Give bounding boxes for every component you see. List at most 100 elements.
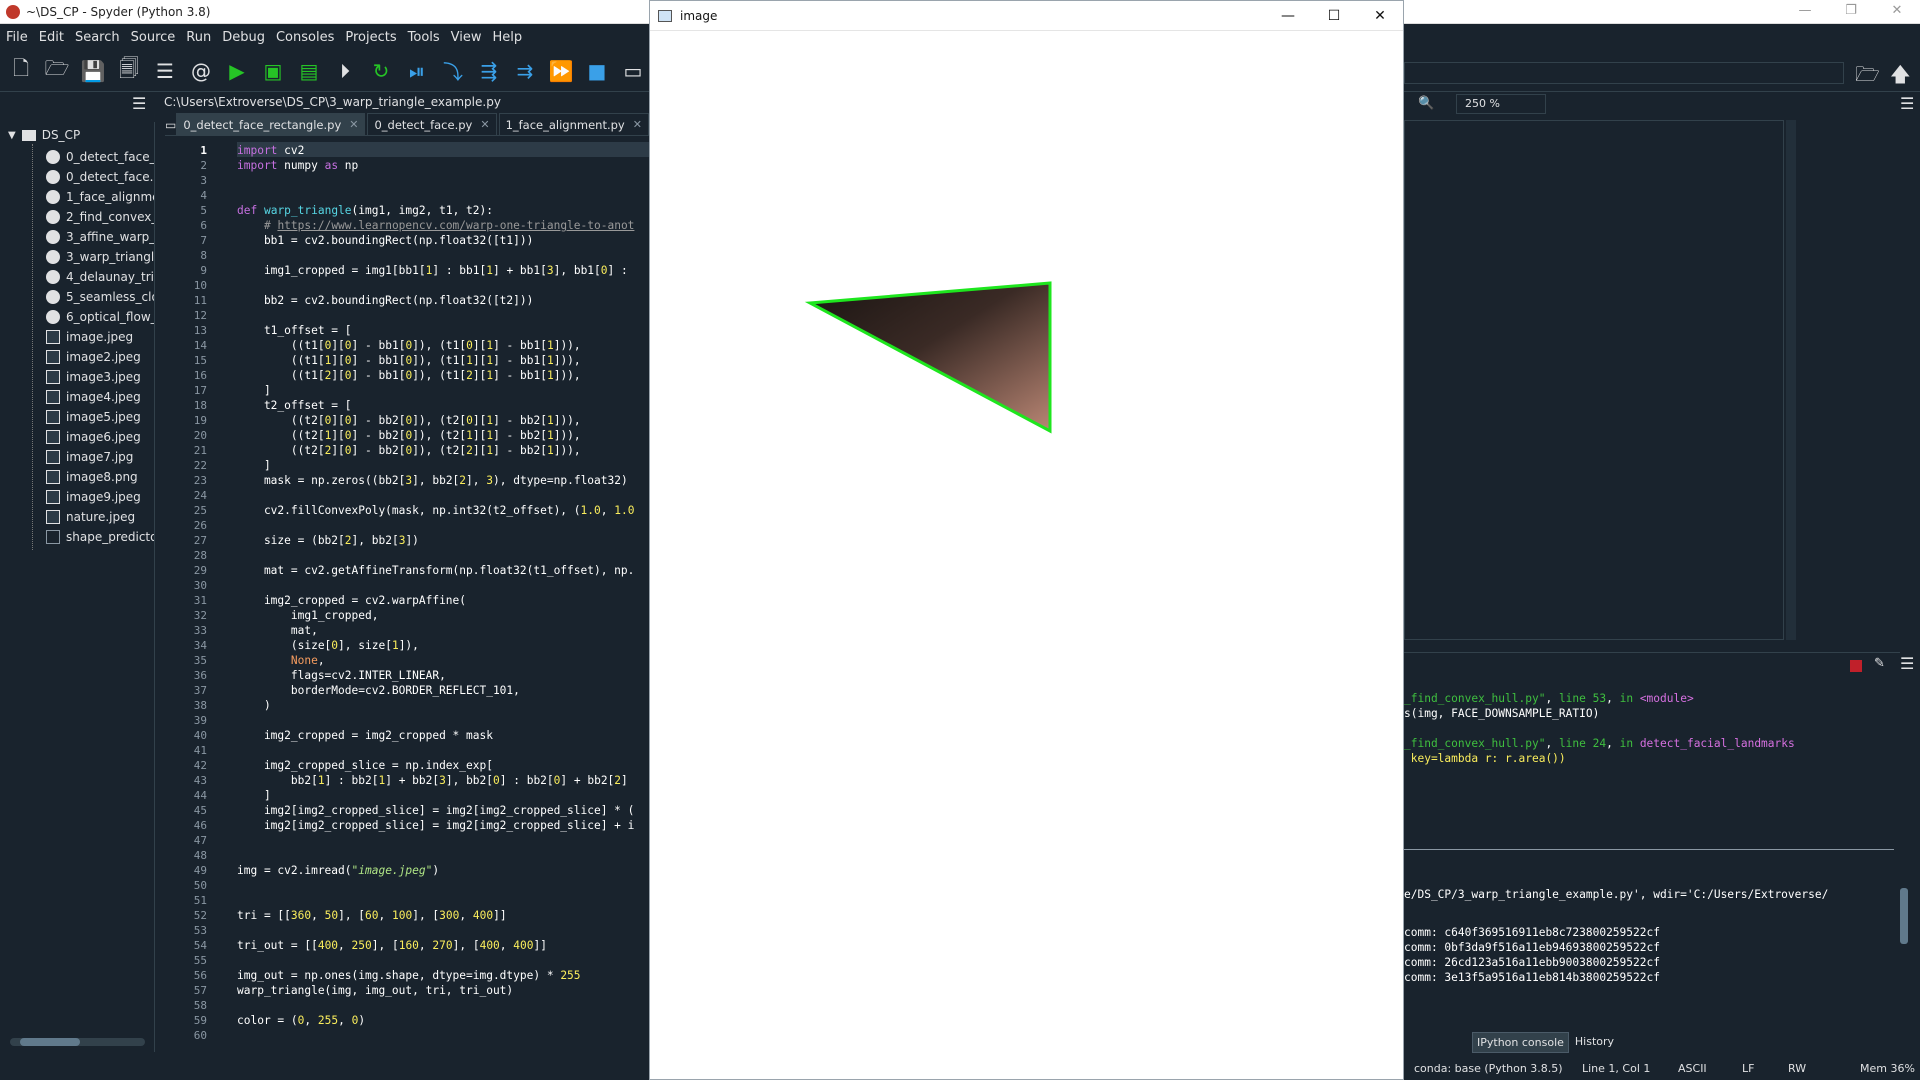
menu-debug[interactable]: Debug bbox=[222, 30, 265, 45]
file-item[interactable]: image4.jpeg bbox=[46, 390, 154, 404]
maximize-icon[interactable]: ❐ bbox=[1828, 0, 1874, 24]
file-item[interactable]: 5_seamless_clor bbox=[46, 290, 154, 304]
menu-run[interactable]: Run bbox=[186, 30, 211, 45]
outline-icon[interactable]: ☰ bbox=[150, 56, 180, 86]
run-icon[interactable]: ▶ bbox=[222, 56, 252, 86]
file-item[interactable]: image9.jpeg bbox=[46, 490, 154, 504]
editor-tabs: ▭ 0_detect_face_rectangle.py ✕ 0_detect_fa… bbox=[165, 112, 712, 136]
menu-file[interactable]: File bbox=[6, 30, 28, 45]
console-scrollbar[interactable] bbox=[1898, 688, 1910, 1018]
continue-icon[interactable]: ⏩ bbox=[546, 56, 576, 86]
editor-tab[interactable]: 0_detect_face.py ✕ bbox=[367, 113, 497, 135]
tab-close-icon[interactable]: ✕ bbox=[633, 118, 642, 131]
maximize-pane-icon[interactable]: ▭ bbox=[618, 56, 648, 86]
file-browse-icon[interactable]: ▭ bbox=[165, 115, 176, 135]
code-line: ((t1[1][0] - bb1[0]), (t1[1][1] - bb1[1]… bbox=[237, 354, 581, 367]
file-item[interactable]: image.jpeg bbox=[46, 330, 154, 344]
line-number: 52 bbox=[193, 909, 207, 922]
file-item[interactable]: 6_optical_flow_a bbox=[46, 310, 154, 324]
line-number: 29 bbox=[193, 564, 207, 577]
image-close-icon[interactable]: ✕ bbox=[1357, 1, 1403, 31]
save-icon[interactable]: 💾 bbox=[78, 56, 108, 86]
viewer-options-icon[interactable]: ☰ bbox=[1900, 94, 1914, 113]
file-item[interactable]: 2_find_convex_h bbox=[46, 210, 154, 224]
python-file-icon bbox=[46, 290, 60, 304]
file-item[interactable]: 1_face_alignme bbox=[46, 190, 154, 204]
zoom-field[interactable]: 250 % bbox=[1456, 94, 1546, 114]
viewer-scrollbar[interactable] bbox=[1786, 120, 1796, 640]
working-directory-field[interactable] bbox=[1404, 62, 1844, 84]
close-icon[interactable]: ✕ bbox=[1874, 0, 1920, 24]
stop-kernel-icon[interactable] bbox=[1850, 660, 1862, 672]
file-item[interactable]: image2.jpeg bbox=[46, 350, 154, 364]
menu-consoles[interactable]: Consoles bbox=[276, 30, 334, 45]
file-item[interactable]: shape_predictor bbox=[46, 530, 154, 544]
menu-projects[interactable]: Projects bbox=[345, 30, 396, 45]
file-item[interactable]: 4_delaunay_tria bbox=[46, 270, 154, 284]
menu-edit[interactable]: Edit bbox=[39, 30, 64, 45]
menu-help[interactable]: Help bbox=[493, 30, 523, 45]
parent-directory-icon[interactable]: 🡅 bbox=[1890, 60, 1911, 94]
rerun-icon[interactable]: ↻ bbox=[366, 56, 396, 86]
pane-options-icon[interactable]: ☰ bbox=[132, 94, 146, 113]
file-item[interactable]: 3_warp_triangle_ bbox=[46, 250, 154, 264]
code-line: img2_cropped_slice = np.index_exp[ bbox=[237, 759, 493, 772]
code-area[interactable]: import cv2 import numpy as np def warp_tri… bbox=[237, 142, 650, 1052]
debug-icon[interactable]: ⏯ bbox=[402, 56, 432, 86]
tab-history[interactable]: History bbox=[1571, 1032, 1618, 1053]
file-item[interactable]: nature.jpeg bbox=[46, 510, 154, 524]
ipython-console[interactable]: _find_convex_hull.py", line 53, in <modu… bbox=[1404, 652, 1900, 1032]
code-line: bb1 = cv2.boundingRect(np.float32([t1])) bbox=[237, 234, 534, 247]
code-line: ((t2[2][0] - bb2[0]), (t2[2][1] - bb2[1]… bbox=[237, 444, 581, 457]
image-maximize-icon[interactable]: ☐ bbox=[1311, 1, 1357, 31]
open-file-icon[interactable]: 🗁 bbox=[42, 56, 72, 86]
browse-folder-icon[interactable]: 🗁 bbox=[1855, 60, 1880, 94]
stop-debug-icon[interactable]: ■ bbox=[582, 56, 612, 86]
run-cell-advance-icon[interactable]: ▤ bbox=[294, 56, 324, 86]
code-line: t2_offset = [ bbox=[237, 399, 352, 412]
run-selection-icon[interactable]: ⏵ bbox=[330, 56, 360, 86]
file-item[interactable]: image3.jpeg bbox=[46, 370, 154, 384]
clear-console-icon[interactable]: ✎ bbox=[1874, 656, 1885, 671]
tab-close-icon[interactable]: ✕ bbox=[480, 118, 489, 131]
python-file-icon bbox=[46, 210, 60, 224]
console-line: _find_convex_hull.py", line 53, in <modu… bbox=[1404, 692, 1694, 705]
file-item[interactable]: image8.png bbox=[46, 470, 154, 484]
file-item[interactable]: 0_detect_face.py bbox=[46, 170, 154, 184]
menu-tools[interactable]: Tools bbox=[408, 30, 440, 45]
menu-view[interactable]: View bbox=[451, 30, 482, 45]
code-line: img = cv2.imread("image.jpeg") bbox=[237, 864, 440, 877]
python-file-icon bbox=[46, 310, 60, 324]
at-icon[interactable]: @ bbox=[186, 56, 216, 86]
collapse-arrow-icon[interactable]: ▼ bbox=[8, 130, 16, 141]
file-item[interactable]: 3_affine_warp_t bbox=[46, 230, 154, 244]
menu-search[interactable]: Search bbox=[75, 30, 120, 45]
file-item[interactable]: image5.jpeg bbox=[46, 410, 154, 424]
console-options-icon[interactable]: ☰ bbox=[1900, 654, 1914, 673]
code-line: bb2 = cv2.boundingRect(np.float32([t2])) bbox=[237, 294, 534, 307]
menu-source[interactable]: Source bbox=[131, 30, 176, 45]
new-file-icon[interactable]: 🗋 bbox=[6, 56, 36, 86]
file-item[interactable]: image6.jpeg bbox=[46, 430, 154, 444]
tab-close-icon[interactable]: ✕ bbox=[349, 118, 358, 131]
tab-ipython-console[interactable]: IPython console bbox=[1472, 1032, 1569, 1053]
save-all-icon[interactable]: 🗐 bbox=[114, 56, 144, 86]
explorer-scrollbar[interactable] bbox=[10, 1038, 145, 1046]
code-line: img1_cropped = img1[bb1[1] : bb1[1] + bb… bbox=[237, 264, 628, 277]
step-into-icon[interactable]: ⇶ bbox=[474, 56, 504, 86]
step-return-icon[interactable]: ⇉ bbox=[510, 56, 540, 86]
run-cell-icon[interactable]: ▣ bbox=[258, 56, 288, 86]
plot-viewer[interactable] bbox=[1404, 120, 1784, 640]
line-number: 20 bbox=[193, 429, 207, 442]
editor-tab[interactable]: 0_detect_face_rectangle.py ✕ bbox=[176, 113, 366, 135]
file-item[interactable]: image7.jpg bbox=[46, 450, 154, 464]
file-item[interactable]: 0_detect_face_re bbox=[46, 150, 154, 164]
editor-tab[interactable]: 1_face_alignment.py ✕ bbox=[498, 113, 649, 135]
step-icon[interactable]: ⤵ bbox=[438, 56, 468, 86]
image-window-controls: — ☐ ✕ bbox=[1265, 1, 1403, 31]
code-line: flags=cv2.INTER_LINEAR, bbox=[237, 669, 446, 682]
minimize-icon[interactable]: — bbox=[1782, 0, 1828, 24]
image-minimize-icon[interactable]: — bbox=[1265, 1, 1311, 31]
line-number: 55 bbox=[193, 954, 207, 967]
tree-root[interactable]: ▼ DS_CP bbox=[8, 128, 80, 142]
